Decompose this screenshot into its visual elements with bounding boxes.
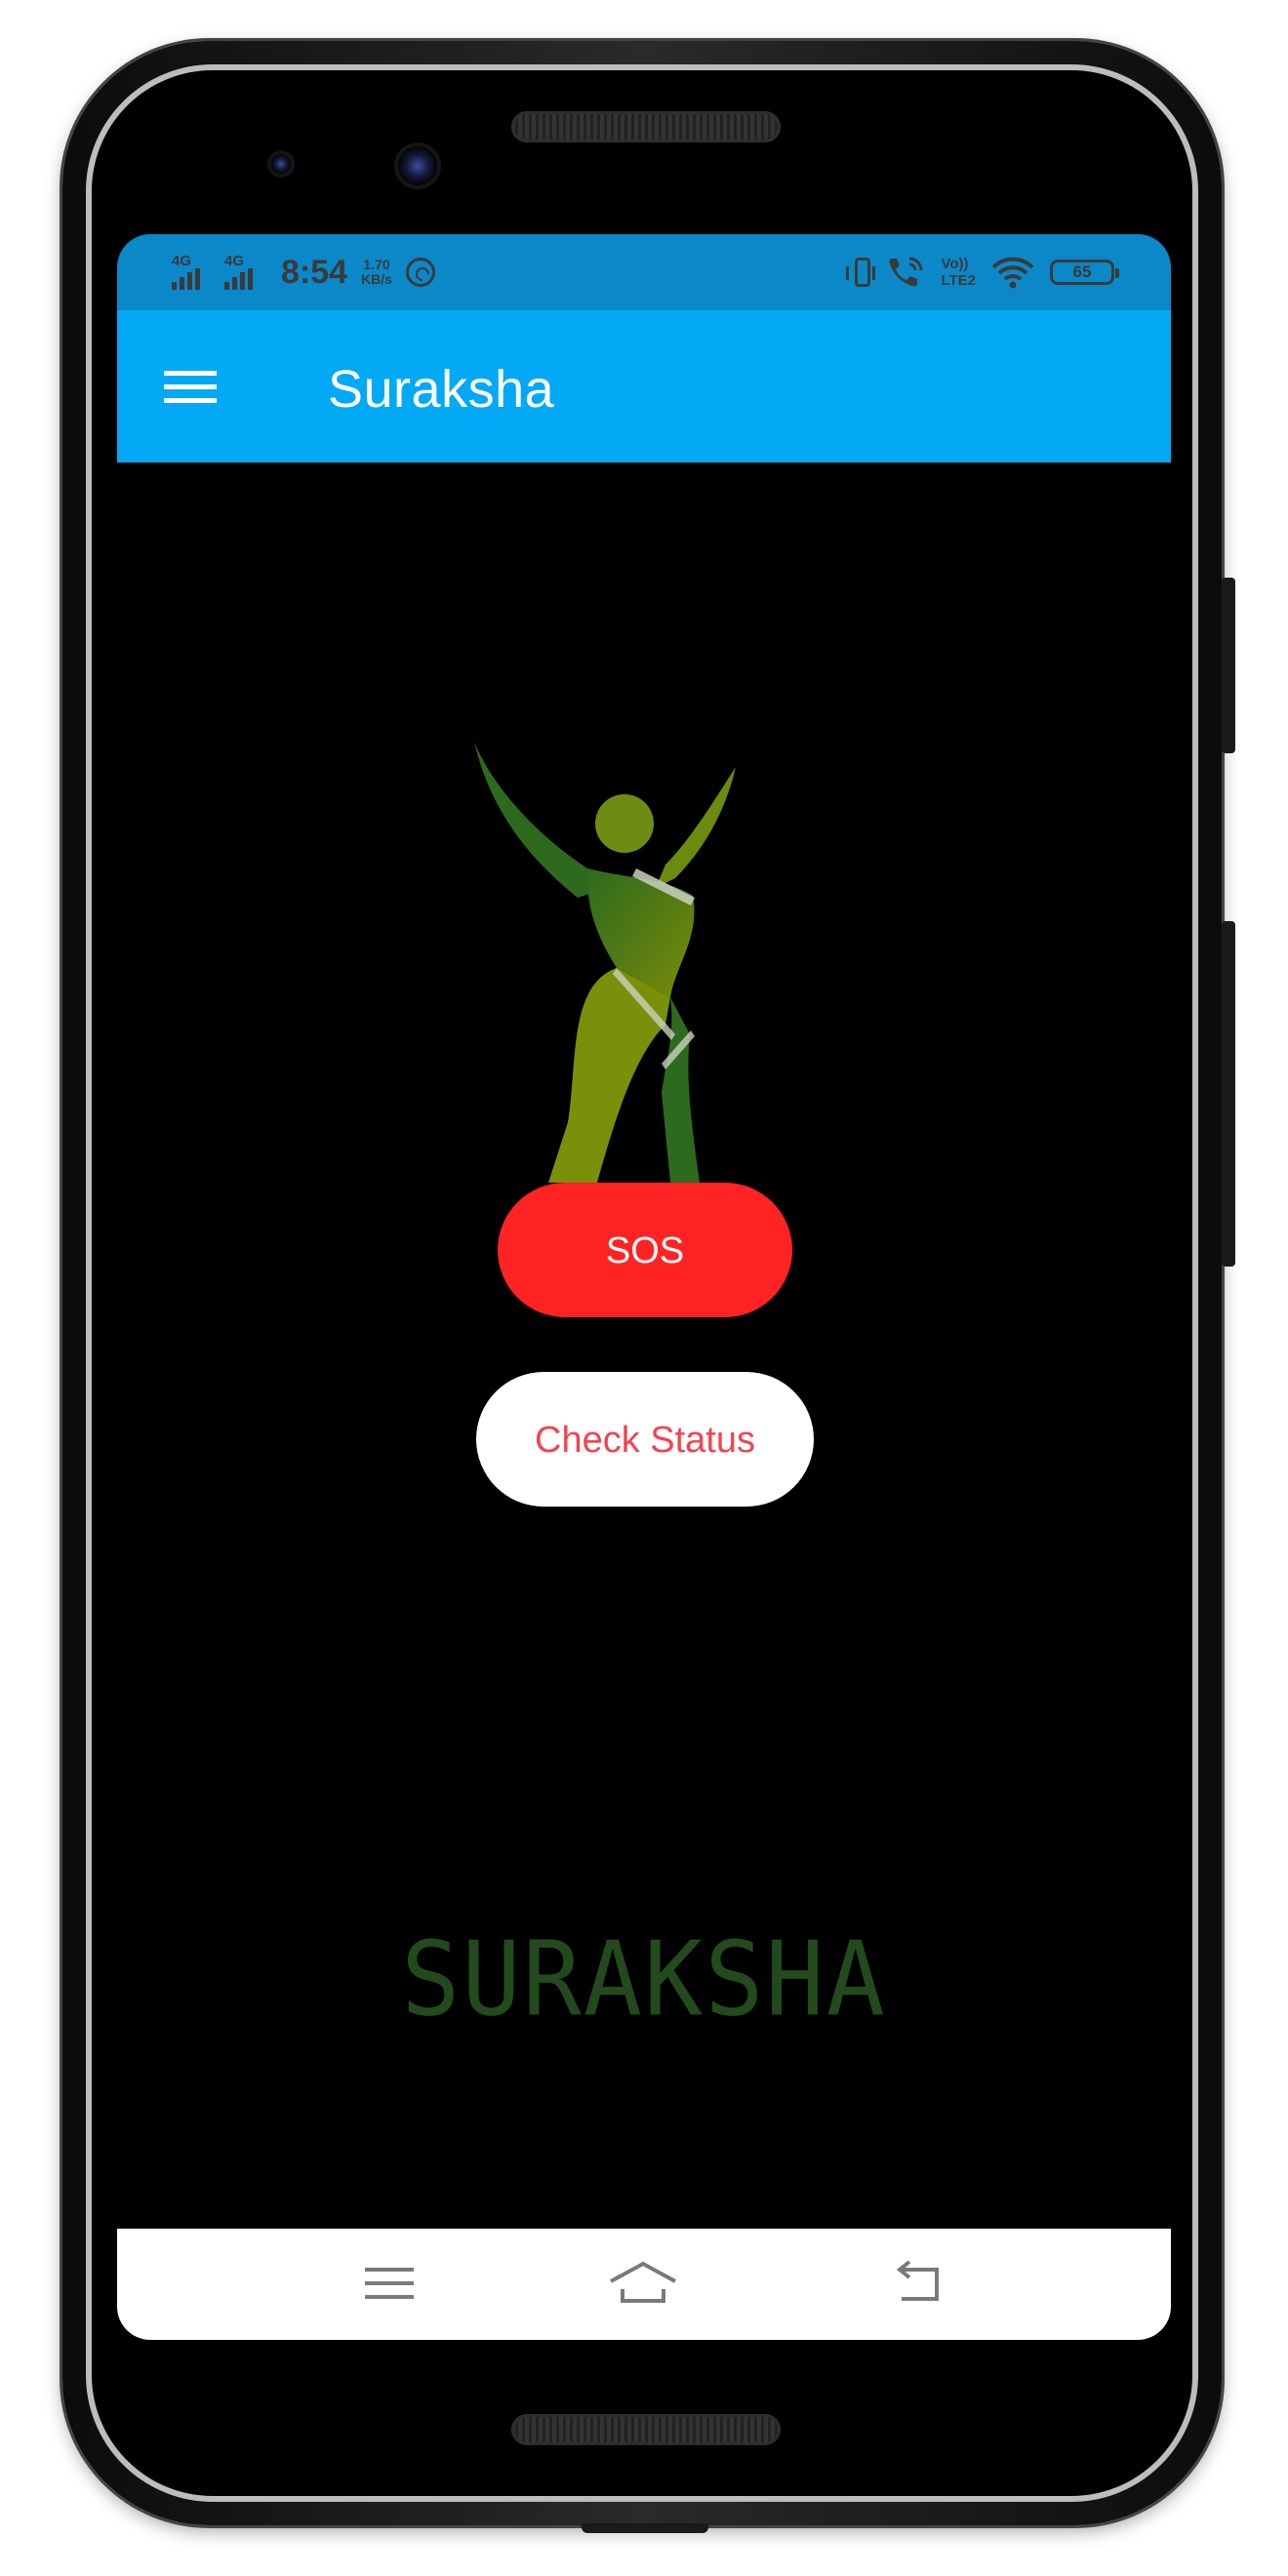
signal-label: 4G — [224, 253, 245, 269]
network-speed-unit: KB/s — [361, 271, 392, 287]
back-icon[interactable] — [886, 2254, 954, 2313]
battery-icon: 65 — [1050, 260, 1119, 285]
app-title: Suraksha — [328, 360, 555, 419]
check-status-button[interactable]: Check Status — [476, 1372, 814, 1507]
app-toolbar: Suraksha — [117, 310, 1171, 463]
status-bar-right: Vo)) LTE2 65 — [846, 252, 1119, 293]
bottom-speaker — [511, 2414, 781, 2445]
volte-top-label: Vo)) — [941, 256, 969, 272]
power-button — [1222, 578, 1235, 753]
status-time: 8:54 — [281, 253, 348, 291]
volte-bottom-label: LTE2 — [941, 272, 976, 289]
vibrate-icon — [846, 258, 876, 287]
battery-level: 65 — [1072, 262, 1092, 281]
status-bar-left: 4G 4G 8:54 1.70 KB/s — [172, 252, 435, 293]
recent-apps-icon[interactable] — [355, 2254, 423, 2313]
front-sensor — [271, 154, 291, 174]
earpiece-speaker — [511, 111, 781, 142]
whatsapp-notification-icon — [405, 258, 435, 287]
device-frame-stage: 4G 4G 8:54 1.70 KB/s Vo)) LTE2 65 Suraks… — [0, 0, 1288, 2576]
status-bar: 4G 4G 8:54 1.70 KB/s Vo)) LTE2 65 — [117, 234, 1171, 310]
phone-bottom-port — [582, 2523, 708, 2533]
hamburger-menu-icon[interactable] — [164, 357, 222, 416]
volte-indicator: Vo)) LTE2 — [941, 256, 976, 289]
network-speed-value: 1.70 — [363, 257, 390, 272]
wifi-calling-icon — [890, 257, 923, 287]
front-camera — [398, 146, 437, 185]
system-navigation-bar — [117, 2229, 1171, 2340]
signal-icon-sim1: 4G — [172, 253, 211, 292]
wifi-icon — [991, 257, 1034, 289]
phone-screen: 4G 4G 8:54 1.70 KB/s Vo)) LTE2 65 Suraks… — [117, 234, 1171, 2340]
volume-button — [1222, 921, 1235, 1267]
network-speed: 1.70 KB/s — [361, 258, 392, 287]
signal-icon-sim2: 4G — [224, 253, 263, 292]
brand-logo-text: SURAKSHA — [401, 1919, 887, 2039]
woman-figure-logo — [474, 742, 736, 1183]
signal-label: 4G — [172, 253, 192, 269]
sos-button[interactable]: SOS — [498, 1183, 792, 1317]
home-icon[interactable] — [609, 2254, 677, 2313]
